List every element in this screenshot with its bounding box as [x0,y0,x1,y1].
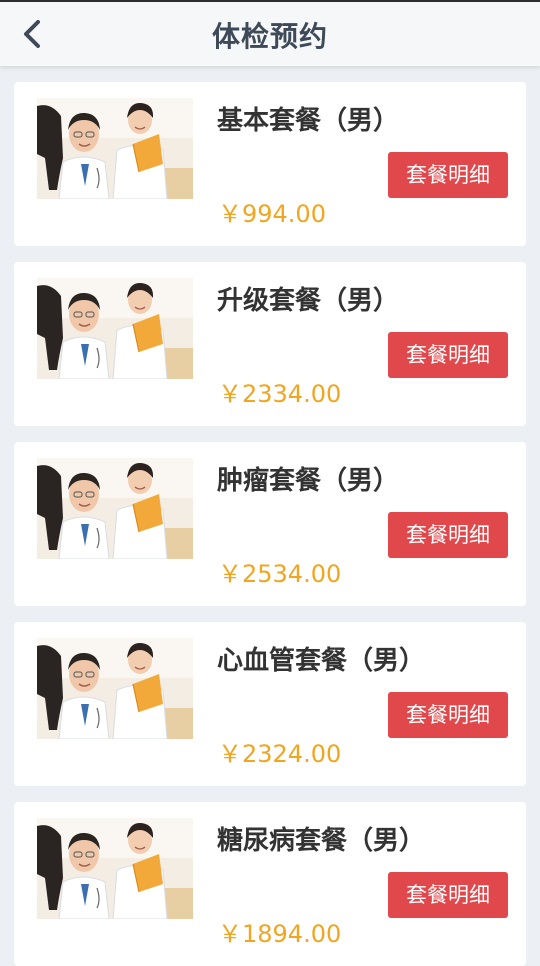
package-name: 升级套餐（男） [217,286,400,316]
package-card: 升级套餐（男） 套餐明细 ￥2334.00 [14,262,526,426]
nav-header: 体检预约 [0,2,540,66]
package-name: 糖尿病套餐（男） [217,826,426,856]
package-detail-button[interactable]: 套餐明细 [388,872,508,918]
page-title: 体检预约 [211,20,328,53]
package-card: 肿瘤套餐（男） 套餐明细 ￥2534.00 [14,442,526,606]
package-card: 心血管套餐（男） 套餐明细 ￥2324.00 [14,622,526,786]
package-price: ￥994.00 [218,200,326,228]
package-card: 基本套餐（男） 套餐明细 ￥994.00 [14,82,526,246]
package-price: ￥1894.00 [218,920,342,948]
package-name: 心血管套餐（男） [217,646,426,676]
package-detail-button[interactable]: 套餐明细 [388,692,508,738]
package-name: 基本套餐（男） [217,106,400,136]
package-detail-button[interactable]: 套餐明细 [388,512,508,558]
package-detail-button[interactable]: 套餐明细 [388,152,508,198]
package-price: ￥2534.00 [218,560,342,588]
package-price: ￥2334.00 [218,380,342,408]
package-name: 肿瘤套餐（男） [217,466,400,496]
doctors-photo [37,818,193,919]
doctors-photo [37,458,193,559]
doctors-photo [37,98,193,199]
doctors-photo [37,278,193,379]
package-price: ￥2324.00 [218,740,342,768]
package-detail-button[interactable]: 套餐明细 [388,332,508,378]
package-card: 糖尿病套餐（男） 套餐明细 ￥1894.00 [14,802,526,966]
doctors-photo [37,638,193,739]
